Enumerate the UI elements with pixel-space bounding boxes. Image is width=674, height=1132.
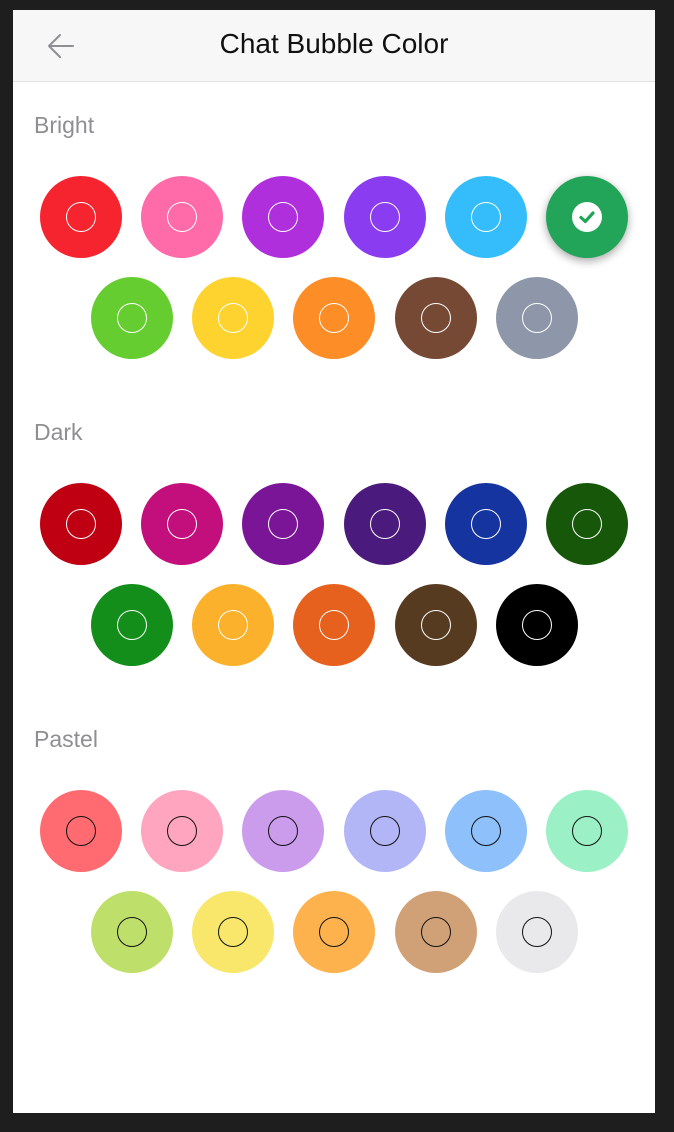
radio-circle-icon: [572, 816, 602, 846]
radio-circle-icon: [421, 610, 451, 640]
color-swatch-dark-6[interactable]: [91, 584, 173, 666]
color-swatch-pastel-4[interactable]: [445, 790, 527, 872]
screen: Chat Bubble Color Bright Dark Pastel: [13, 10, 655, 1113]
color-swatch-bright-4[interactable]: [445, 176, 527, 258]
radio-circle-icon: [572, 509, 602, 539]
nav-bar: Chat Bubble Color: [13, 10, 655, 82]
color-swatch-bright-1[interactable]: [141, 176, 223, 258]
color-swatch-dark-0[interactable]: [40, 483, 122, 565]
radio-circle-icon: [370, 202, 400, 232]
color-swatch-bright-5[interactable]: [546, 176, 628, 258]
radio-circle-icon: [370, 509, 400, 539]
radio-circle-icon: [268, 202, 298, 232]
color-swatch-bright-8[interactable]: [293, 277, 375, 359]
section-label-dark: Dark: [34, 419, 83, 445]
color-swatch-dark-8[interactable]: [293, 584, 375, 666]
color-swatch-dark-7[interactable]: [192, 584, 274, 666]
radio-circle-icon: [66, 509, 96, 539]
color-swatch-dark-1[interactable]: [141, 483, 223, 565]
color-swatch-pastel-10[interactable]: [496, 891, 578, 973]
radio-circle-icon: [268, 509, 298, 539]
color-swatch-bright-7[interactable]: [192, 277, 274, 359]
color-swatch-pastel-6[interactable]: [91, 891, 173, 973]
radio-circle-icon: [218, 610, 248, 640]
radio-circle-icon: [319, 917, 349, 947]
radio-circle-icon: [471, 816, 501, 846]
radio-circle-icon: [421, 303, 451, 333]
section-label-bright: Bright: [34, 112, 95, 138]
color-swatch-pastel-0[interactable]: [40, 790, 122, 872]
radio-circle-icon: [117, 917, 147, 947]
radio-circle-icon: [66, 202, 96, 232]
color-swatch-bright-3[interactable]: [344, 176, 426, 258]
color-swatch-bright-9[interactable]: [395, 277, 477, 359]
radio-circle-icon: [117, 303, 147, 333]
color-swatch-pastel-3[interactable]: [344, 790, 426, 872]
color-swatch-pastel-8[interactable]: [293, 891, 375, 973]
color-swatch-dark-9[interactable]: [395, 584, 477, 666]
color-swatch-dark-5[interactable]: [546, 483, 628, 565]
radio-circle-icon: [421, 917, 451, 947]
color-swatch-pastel-7[interactable]: [192, 891, 274, 973]
color-swatch-bright-0[interactable]: [40, 176, 122, 258]
radio-circle-icon: [117, 610, 147, 640]
color-swatch-pastel-1[interactable]: [141, 790, 223, 872]
radio-circle-icon: [471, 509, 501, 539]
radio-circle-icon: [218, 303, 248, 333]
color-swatch-pastel-2[interactable]: [242, 790, 324, 872]
radio-circle-icon: [167, 816, 197, 846]
color-swatch-bright-6[interactable]: [91, 277, 173, 359]
color-swatch-bright-2[interactable]: [242, 176, 324, 258]
radio-circle-icon: [319, 610, 349, 640]
color-swatch-dark-10[interactable]: [496, 584, 578, 666]
radio-circle-icon: [471, 202, 501, 232]
checkmark-icon: [572, 202, 602, 232]
color-swatch-dark-2[interactable]: [242, 483, 324, 565]
radio-circle-icon: [268, 816, 298, 846]
radio-circle-icon: [66, 816, 96, 846]
radio-circle-icon: [167, 509, 197, 539]
radio-circle-icon: [319, 303, 349, 333]
radio-circle-icon: [167, 202, 197, 232]
section-label-pastel: Pastel: [34, 726, 98, 752]
radio-circle-icon: [522, 610, 552, 640]
color-swatch-pastel-5[interactable]: [546, 790, 628, 872]
color-swatch-dark-3[interactable]: [344, 483, 426, 565]
radio-circle-icon: [522, 917, 552, 947]
color-swatch-dark-4[interactable]: [445, 483, 527, 565]
radio-circle-icon: [218, 917, 248, 947]
radio-circle-icon: [522, 303, 552, 333]
page-title: Chat Bubble Color: [219, 28, 449, 59]
color-swatch-bright-10[interactable]: [496, 277, 578, 359]
color-swatch-pastel-9[interactable]: [395, 891, 477, 973]
radio-circle-icon: [370, 816, 400, 846]
